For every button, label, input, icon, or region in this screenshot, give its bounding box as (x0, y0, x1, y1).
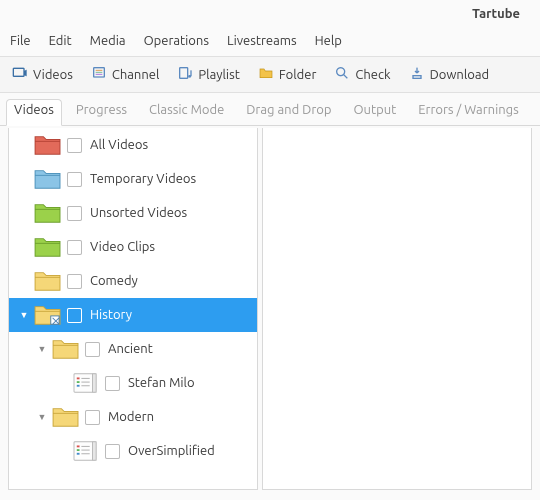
tree-label: Comedy (90, 274, 138, 288)
tree-row[interactable]: ▼ Ancient (9, 332, 257, 366)
expander-icon[interactable]: ▼ (33, 412, 51, 422)
menu-media[interactable]: Media (90, 34, 126, 48)
menu-file[interactable]: File (10, 34, 31, 48)
toolbar-download[interactable]: Download (409, 65, 490, 84)
folder-icon (258, 65, 274, 84)
tree-row[interactable]: All Videos (9, 128, 257, 162)
tree-label: History (90, 308, 132, 322)
tree-row[interactable]: Video Clips (9, 230, 257, 264)
toolbar: Videos Channel Playlist Folder Check Dow… (0, 56, 540, 93)
tab-classic-mode[interactable]: Classic Mode (149, 103, 224, 125)
tree-checkbox[interactable] (67, 274, 82, 289)
tab-bar: Videos Progress Classic Mode Drag and Dr… (0, 93, 540, 126)
tree-row[interactable]: ▼ Modern (9, 400, 257, 434)
content-panel (262, 128, 532, 490)
title-bar: Tartube (0, 0, 540, 28)
folder-red-icon (33, 132, 63, 158)
channel-icon (91, 65, 107, 84)
menu-help[interactable]: Help (315, 34, 342, 48)
tree-checkbox[interactable] (67, 172, 82, 187)
toolbar-label: Channel (112, 68, 160, 82)
tab-errors-warnings[interactable]: Errors / Warnings (418, 103, 519, 125)
tree-row[interactable]: Comedy (9, 264, 257, 298)
toolbar-folder[interactable]: Folder (258, 65, 317, 84)
app-title: Tartube (472, 7, 520, 21)
tab-progress[interactable]: Progress (76, 103, 127, 125)
toolbar-playlist[interactable]: Playlist (177, 65, 239, 84)
folder-green-icon (33, 200, 63, 226)
tree-row[interactable]: OverSimplified (9, 434, 257, 468)
tree-row[interactable]: Stefan Milo (9, 366, 257, 400)
expander-icon[interactable]: ▼ (33, 344, 51, 354)
tree-checkbox[interactable] (105, 376, 120, 391)
tree-label: Temporary Videos (90, 172, 196, 186)
tree-label: OverSimplified (128, 444, 215, 458)
tree-label: All Videos (90, 138, 148, 152)
tree-checkbox[interactable] (67, 240, 82, 255)
tree-label: Video Clips (90, 240, 155, 254)
tree-checkbox[interactable] (85, 342, 100, 357)
toolbar-label: Folder (279, 68, 317, 82)
toolbar-videos[interactable]: Videos (12, 65, 73, 84)
folder-green-icon (33, 234, 63, 260)
tab-videos[interactable]: Videos (14, 103, 54, 125)
toolbar-label: Download (430, 68, 490, 82)
toolbar-label: Check (355, 68, 390, 82)
channel-item-icon (71, 370, 101, 396)
channel-item-icon (71, 438, 101, 464)
toolbar-label: Playlist (198, 68, 239, 82)
tree-checkbox[interactable] (105, 444, 120, 459)
tree-row[interactable]: Unsorted Videos (9, 196, 257, 230)
videos-icon (12, 65, 28, 84)
tree-checkbox[interactable] (67, 206, 82, 221)
tree-row[interactable]: Temporary Videos (9, 162, 257, 196)
menu-operations[interactable]: Operations (144, 34, 209, 48)
tree-checkbox[interactable] (67, 308, 82, 323)
folder-yellow-icon (51, 336, 81, 362)
expander-icon[interactable]: ▼ (15, 310, 33, 320)
tree-label: Stefan Milo (128, 376, 195, 390)
tree-checkbox[interactable] (85, 410, 100, 425)
tree-row[interactable]: ▼ History (9, 298, 257, 332)
menu-livestreams[interactable]: Livestreams (227, 34, 297, 48)
folder-yellow-mark-icon (33, 302, 63, 328)
download-icon (409, 65, 425, 84)
menu-bar: File Edit Media Operations Livestreams H… (0, 28, 540, 56)
menu-edit[interactable]: Edit (49, 34, 72, 48)
tree-label: Ancient (108, 342, 153, 356)
tree-label: Modern (108, 410, 154, 424)
folder-blue-icon (33, 166, 63, 192)
toolbar-check[interactable]: Check (334, 65, 390, 84)
tree-panel: All Videos Temporary Videos Unsorted Video… (8, 128, 258, 490)
check-icon (334, 65, 350, 84)
toolbar-channel[interactable]: Channel (91, 65, 160, 84)
folder-yellow-icon (33, 268, 63, 294)
playlist-icon (177, 65, 193, 84)
toolbar-label: Videos (33, 68, 73, 82)
tab-output[interactable]: Output (353, 103, 396, 125)
tab-drag-and-drop[interactable]: Drag and Drop (246, 103, 331, 125)
tree-label: Unsorted Videos (90, 206, 187, 220)
folder-yellow-icon (51, 404, 81, 430)
tree-checkbox[interactable] (67, 138, 82, 153)
